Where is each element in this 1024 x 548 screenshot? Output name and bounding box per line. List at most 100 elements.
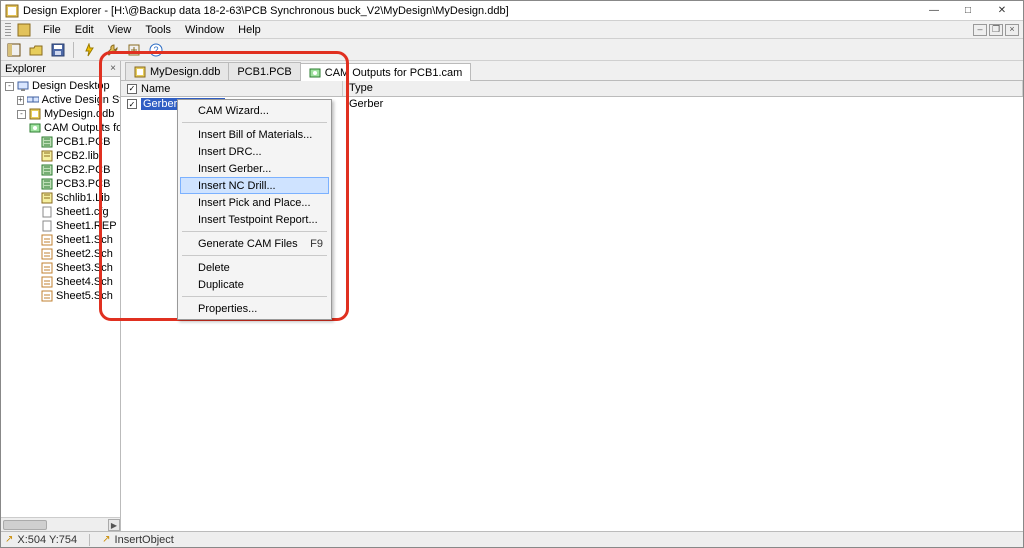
tree-item[interactable]: CAM Outputs for PC bbox=[3, 121, 118, 135]
tool-customize[interactable] bbox=[125, 41, 143, 59]
svg-text:?: ? bbox=[153, 45, 158, 55]
tool-open[interactable] bbox=[27, 41, 45, 59]
sch-icon bbox=[41, 234, 53, 246]
cam-icon bbox=[29, 122, 41, 134]
tree-item[interactable]: Sheet5.Sch bbox=[3, 289, 118, 303]
explorer-header: Explorer × bbox=[1, 61, 120, 77]
list-header: ✓ Name Type bbox=[121, 81, 1023, 97]
menu-file[interactable]: File bbox=[37, 23, 67, 37]
menu-view[interactable]: View bbox=[102, 23, 138, 37]
tree-item[interactable]: Sheet3.Sch bbox=[3, 261, 118, 275]
app-icon bbox=[5, 4, 19, 18]
tree-item[interactable]: Sheet1.cfg bbox=[3, 205, 118, 219]
tree-item[interactable]: PCB2.PCB bbox=[3, 163, 118, 177]
context-menu-item[interactable]: Delete bbox=[180, 259, 329, 276]
context-menu-item[interactable]: Insert DRC... bbox=[180, 143, 329, 160]
mdi-restore[interactable]: ❐ bbox=[989, 24, 1003, 36]
menu-shortcut: F9 bbox=[310, 238, 323, 250]
arrow-icon: ↗ bbox=[5, 534, 13, 545]
col-type[interactable]: Type bbox=[343, 81, 1023, 96]
application-window: Design Explorer - [H:\@Backup data 18-2-… bbox=[0, 0, 1024, 548]
context-menu-item[interactable]: Insert Gerber... bbox=[180, 160, 329, 177]
toolbar: ? bbox=[1, 39, 1023, 61]
tab[interactable]: MyDesign.ddb bbox=[125, 62, 229, 80]
context-menu-item[interactable]: Insert Pick and Place... bbox=[180, 194, 329, 211]
minimize-button[interactable]: — bbox=[917, 2, 951, 20]
mdi-close[interactable]: × bbox=[1005, 24, 1019, 36]
tree-item-label: Sheet5.Sch bbox=[56, 290, 113, 302]
close-button[interactable]: ✕ bbox=[985, 2, 1019, 20]
tab-label: PCB1.PCB bbox=[237, 66, 291, 78]
document-tabs: MyDesign.ddb PCB1.PCB CAM Outputs for PCB1… bbox=[121, 61, 1023, 81]
menu-item-label: Insert Testpoint Report... bbox=[198, 214, 318, 226]
window-controls: — □ ✕ bbox=[917, 2, 1019, 20]
tree-item[interactable]: PCB1.PCB bbox=[3, 135, 118, 149]
tab[interactable]: PCB1.PCB bbox=[228, 62, 300, 80]
explorer-scrollbar[interactable]: ▶ bbox=[1, 517, 120, 531]
explorer-tree[interactable]: - Design Desktop + Active Design Stations-M… bbox=[1, 77, 120, 517]
content-area: MyDesign.ddb PCB1.PCB CAM Outputs for PCB1… bbox=[121, 61, 1023, 531]
menu-tools[interactable]: Tools bbox=[139, 23, 177, 37]
tool-zap[interactable] bbox=[81, 41, 99, 59]
explorer-panel: Explorer × - Design Desktop + Active Design… bbox=[1, 61, 121, 531]
context-menu-item[interactable]: Duplicate bbox=[180, 276, 329, 293]
explorer-close-icon[interactable]: × bbox=[110, 63, 116, 74]
sch-icon bbox=[41, 276, 53, 288]
tree-item[interactable]: - Design Desktop bbox=[3, 79, 118, 93]
menu-item-label: Generate CAM Files bbox=[198, 238, 298, 250]
menu-edit[interactable]: Edit bbox=[69, 23, 100, 37]
tree-item[interactable]: Sheet1.REP bbox=[3, 219, 118, 233]
mdi-minimize[interactable]: – bbox=[973, 24, 987, 36]
menu-item-label: Properties... bbox=[198, 303, 257, 315]
tool-wrench[interactable] bbox=[103, 41, 121, 59]
pcb-icon bbox=[41, 178, 53, 190]
tree-item-label: CAM Outputs for PC bbox=[44, 122, 120, 134]
menu-help[interactable]: Help bbox=[232, 23, 267, 37]
context-menu-item[interactable]: Generate CAM Files F9 bbox=[180, 235, 329, 252]
row-checkbox[interactable]: ✓ bbox=[127, 99, 137, 109]
tree-item[interactable]: Schlib1.Lib bbox=[3, 191, 118, 205]
sch-icon bbox=[41, 248, 53, 260]
menu-item-label: CAM Wizard... bbox=[198, 105, 269, 117]
tree-item[interactable]: Sheet2.Sch bbox=[3, 247, 118, 261]
menu-separator bbox=[182, 255, 327, 256]
tool-save[interactable] bbox=[49, 41, 67, 59]
tree-item[interactable]: -MyDesign.ddb bbox=[3, 107, 118, 121]
tree-item[interactable]: PCB2.lib bbox=[3, 149, 118, 163]
expand-toggle[interactable]: - bbox=[5, 82, 14, 91]
tool-toggle-panel[interactable] bbox=[5, 41, 23, 59]
tree-item-label: Design Desktop bbox=[32, 80, 110, 92]
toolbar-separator bbox=[73, 42, 75, 58]
tree-item-label: Active Design Stations bbox=[42, 94, 120, 106]
tool-help[interactable]: ? bbox=[147, 41, 165, 59]
menu-window[interactable]: Window bbox=[179, 23, 230, 37]
tree-item-label: Sheet1.cfg bbox=[56, 206, 109, 218]
expand-toggle[interactable]: + bbox=[17, 96, 24, 105]
col-name[interactable]: ✓ Name bbox=[121, 81, 343, 96]
context-menu-item[interactable]: Properties... bbox=[180, 300, 329, 317]
tab[interactable]: CAM Outputs for PCB1.cam bbox=[300, 63, 472, 81]
tree-item[interactable]: PCB3.PCB bbox=[3, 177, 118, 191]
context-menu-item[interactable]: Insert Testpoint Report... bbox=[180, 211, 329, 228]
expand-toggle[interactable]: - bbox=[17, 110, 26, 119]
status-bar: ↗ X:504 Y:754 ↗ InsertObject bbox=[1, 531, 1023, 547]
tree-item[interactable]: Sheet1.Sch bbox=[3, 233, 118, 247]
cam-icon bbox=[309, 67, 321, 79]
context-menu[interactable]: CAM Wizard... Insert Bill of Materials...… bbox=[177, 99, 332, 320]
tree-item[interactable]: Sheet4.Sch bbox=[3, 275, 118, 289]
context-menu-item[interactable]: Insert Bill of Materials... bbox=[180, 126, 329, 143]
header-checkbox[interactable]: ✓ bbox=[127, 84, 137, 94]
desktop-icon bbox=[17, 80, 29, 92]
tab-label: CAM Outputs for PCB1.cam bbox=[325, 67, 463, 79]
tree-item[interactable]: + Active Design Stations bbox=[3, 93, 118, 107]
scrollbar-thumb[interactable] bbox=[3, 520, 47, 530]
maximize-button[interactable]: □ bbox=[951, 2, 985, 20]
ddb-icon bbox=[29, 108, 41, 120]
scroll-right-icon[interactable]: ▶ bbox=[108, 519, 120, 531]
context-menu-item[interactable]: Insert NC Drill... bbox=[180, 177, 329, 194]
tree-item-label: Sheet2.Sch bbox=[56, 248, 113, 260]
sch-icon bbox=[41, 262, 53, 274]
title-bar: Design Explorer - [H:\@Backup data 18-2-… bbox=[1, 1, 1023, 21]
tree-item-label: PCB2.lib bbox=[56, 150, 99, 162]
context-menu-item[interactable]: CAM Wizard... bbox=[180, 102, 329, 119]
